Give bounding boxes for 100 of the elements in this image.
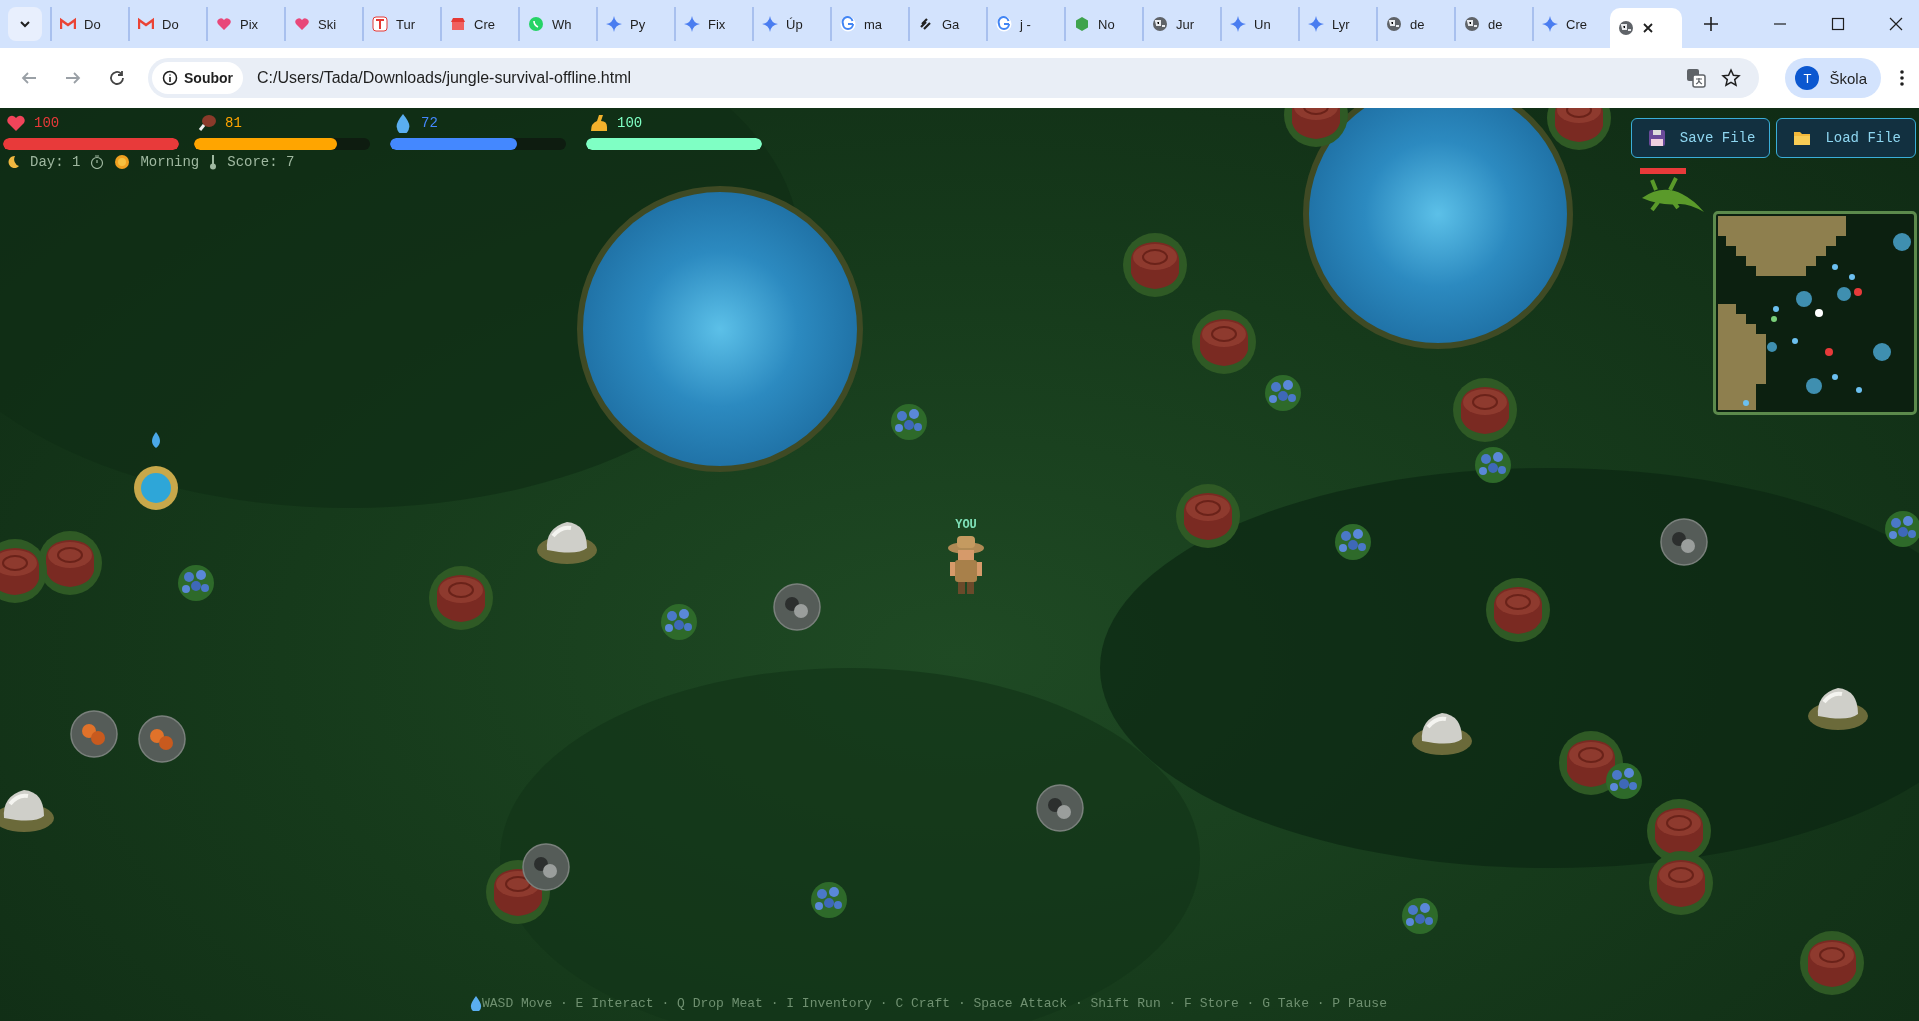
- tab-title: Py: [630, 16, 646, 32]
- sparkle-icon: [1542, 16, 1558, 32]
- stone-orb-drawing: [522, 843, 570, 891]
- stat-value: 100: [617, 115, 643, 131]
- url-text: C:/Users/Tada/Downloads/jungle-survival-offline.html: [257, 69, 632, 87]
- tab-title: Ski: [318, 16, 337, 32]
- link-icon: [918, 16, 934, 32]
- meat-icon: [197, 113, 217, 133]
- sun-icon: [114, 154, 131, 170]
- new-tab-icon[interactable]: [1704, 17, 1718, 31]
- tab-title: Un: [1254, 16, 1271, 32]
- ore-orb-drawing: [70, 710, 118, 758]
- profile-name: Škola: [1829, 69, 1867, 87]
- mail-icon: [138, 16, 154, 32]
- browser-tab[interactable]: de: [1454, 7, 1532, 41]
- water-drop-icon: [470, 995, 482, 1011]
- browser-tab[interactable]: Cre: [440, 7, 518, 41]
- save-file-button[interactable]: Save File: [1630, 118, 1771, 158]
- player-label: YOU: [955, 518, 977, 532]
- hexagon-icon: [1074, 16, 1090, 32]
- tab-title: Fix: [708, 16, 726, 32]
- sparkle-icon: [1308, 16, 1324, 32]
- letter-g-icon: [840, 16, 856, 32]
- score: Score: 7: [227, 154, 295, 170]
- tab-list-button[interactable]: [8, 7, 42, 41]
- heart-icon: [6, 113, 26, 133]
- browser-tab[interactable]: Fix: [674, 7, 752, 41]
- tab-title: Úp: [786, 16, 803, 32]
- tab-title: Ga: [942, 16, 960, 32]
- chat-icon: [528, 16, 544, 32]
- avatar-initial: T: [1795, 66, 1820, 90]
- globe-icon: [1618, 20, 1634, 36]
- tab-title: Do: [84, 16, 101, 32]
- browser-tab[interactable]: Do: [50, 7, 128, 41]
- menu-icon[interactable]: [1899, 69, 1905, 87]
- tab-title: ma: [864, 16, 883, 32]
- tab-title: j -: [1020, 16, 1031, 32]
- tab-title: de: [1488, 16, 1503, 32]
- address-bar[interactable]: Soubor C:/Users/Tada/Downloads/jungle-survival-offline.html: [148, 58, 1760, 98]
- stone-orb-drawing: [1036, 784, 1084, 832]
- browser-tab[interactable]: [1610, 8, 1682, 48]
- close-icon[interactable]: [1642, 22, 1654, 34]
- day-counter: Day: 1: [30, 154, 81, 170]
- game-canvas[interactable]: YOU 100 81 72 100 Day: 1 Morning Score: 7 Save File Load File WASD Move · E Interact · Q Drop Meat · I Inventory · C Craft · Space Attack · Shift Run · F Store · G Take · P Pause: [0, 108, 1919, 1021]
- browser-tab[interactable]: Wh: [518, 7, 596, 41]
- letter-icon: [372, 16, 388, 32]
- tab-title: Pix: [240, 16, 259, 32]
- load-file-button[interactable]: Load File: [1776, 118, 1916, 158]
- star-icon[interactable]: [1721, 68, 1742, 88]
- browser-tab[interactable]: Py: [596, 7, 674, 41]
- tab-title: Lyr: [1332, 16, 1350, 32]
- letter-g-icon: [996, 16, 1012, 32]
- browser-tab[interactable]: de: [1376, 7, 1454, 41]
- tab-title: Tur: [396, 16, 416, 32]
- profile-button[interactable]: T Škola: [1785, 58, 1881, 98]
- tab-title: de: [1410, 16, 1425, 32]
- browser-tab[interactable]: Un: [1220, 7, 1298, 41]
- globe-icon: [1464, 16, 1480, 32]
- browser-tab[interactable]: Do: [128, 7, 206, 41]
- maximize-icon[interactable]: [1831, 17, 1845, 31]
- globe-icon: [1152, 16, 1168, 32]
- tab-title: Wh: [552, 16, 572, 32]
- browser-tab[interactable]: Lyr: [1298, 7, 1376, 41]
- browser-tab[interactable]: Tur: [362, 7, 440, 41]
- tab-title: Jur: [1176, 16, 1195, 32]
- tab-title: Cre: [1566, 16, 1587, 32]
- explorer-drawing: [946, 534, 986, 596]
- controls-hint: WASD Move · E Interact · Q Drop Meat · I Inventory · C Craft · Space Attack · Shift Run · F Store · G Take · P Pause: [482, 995, 1387, 1011]
- close-icon[interactable]: [1889, 17, 1903, 31]
- stat-value: 100: [34, 115, 60, 131]
- sparkle-icon: [1230, 16, 1246, 32]
- stopwatch-icon: [90, 155, 105, 169]
- browser-tab[interactable]: j -: [986, 7, 1064, 41]
- stat-value: 72: [421, 115, 438, 131]
- stat-value: 81: [225, 115, 242, 131]
- globe-icon: [1386, 16, 1402, 32]
- ore-orb-drawing: [138, 715, 186, 763]
- browser-tab[interactable]: No: [1064, 7, 1142, 41]
- browser-tab[interactable]: Ski: [284, 7, 362, 41]
- translate-icon[interactable]: [1685, 67, 1708, 89]
- sparkle-icon: [684, 16, 700, 32]
- browser-tab[interactable]: Jur: [1142, 7, 1220, 41]
- shop-icon: [450, 16, 466, 32]
- heart-icon: [294, 16, 310, 32]
- reload-icon[interactable]: [108, 69, 126, 87]
- folder-icon: [1793, 130, 1812, 146]
- stone-orb-drawing: [773, 583, 821, 631]
- stone-orb-drawing: [1660, 518, 1708, 566]
- info-icon: [162, 70, 178, 86]
- heart-icon: [216, 16, 232, 32]
- tab-title: Cre: [474, 16, 495, 32]
- browser-tab[interactable]: ma: [830, 7, 908, 41]
- moon-icon: [6, 155, 20, 169]
- time-of-day: Morning: [140, 154, 200, 170]
- browser-tab[interactable]: Úp: [752, 7, 830, 41]
- tab-title: No: [1098, 16, 1115, 32]
- site-info-chip[interactable]: Soubor: [152, 62, 243, 94]
- mail-icon: [60, 16, 76, 32]
- browser-tab[interactable]: Ga: [908, 7, 986, 41]
- browser-tab[interactable]: Pix: [206, 7, 284, 41]
